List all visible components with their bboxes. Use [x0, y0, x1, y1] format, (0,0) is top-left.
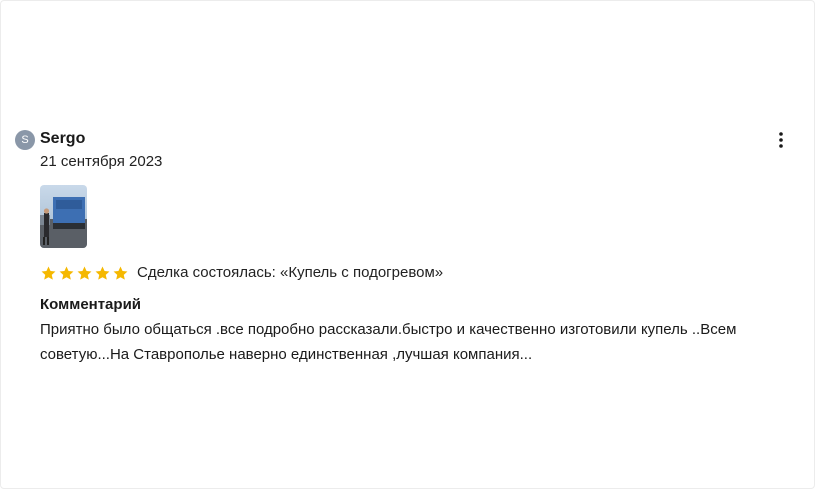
review-photo[interactable]	[40, 185, 87, 248]
review-item: S Sergo 21 сентября 2023 Сделка состояла…	[15, 129, 805, 363]
star-rating	[40, 265, 129, 282]
comment-title: Комментарий	[40, 296, 142, 313]
review-date: 21 сентября 2023	[40, 153, 163, 170]
star-icon	[95, 266, 110, 280]
star-icon	[41, 266, 56, 280]
avatar: S	[15, 130, 35, 150]
comment-text: Приятно было общаться .все подробно расс…	[40, 321, 737, 363]
star-icon	[59, 266, 74, 280]
review-header: S Sergo	[15, 129, 805, 151]
rating-row: Сделка состоялась: «Купель с подогревом»	[40, 263, 443, 283]
review-card: S Sergo 21 сентября 2023 Сделка состояла…	[0, 0, 815, 489]
vertical-dots-icon	[779, 132, 783, 148]
deal-status: Сделка состоялась: «Купель с подогревом»	[137, 264, 444, 281]
star-icon	[77, 266, 92, 280]
star-icon	[113, 266, 128, 280]
author-name: Sergo	[40, 130, 86, 147]
photo-thumbnail	[40, 185, 87, 248]
more-options-button[interactable]	[773, 131, 789, 149]
